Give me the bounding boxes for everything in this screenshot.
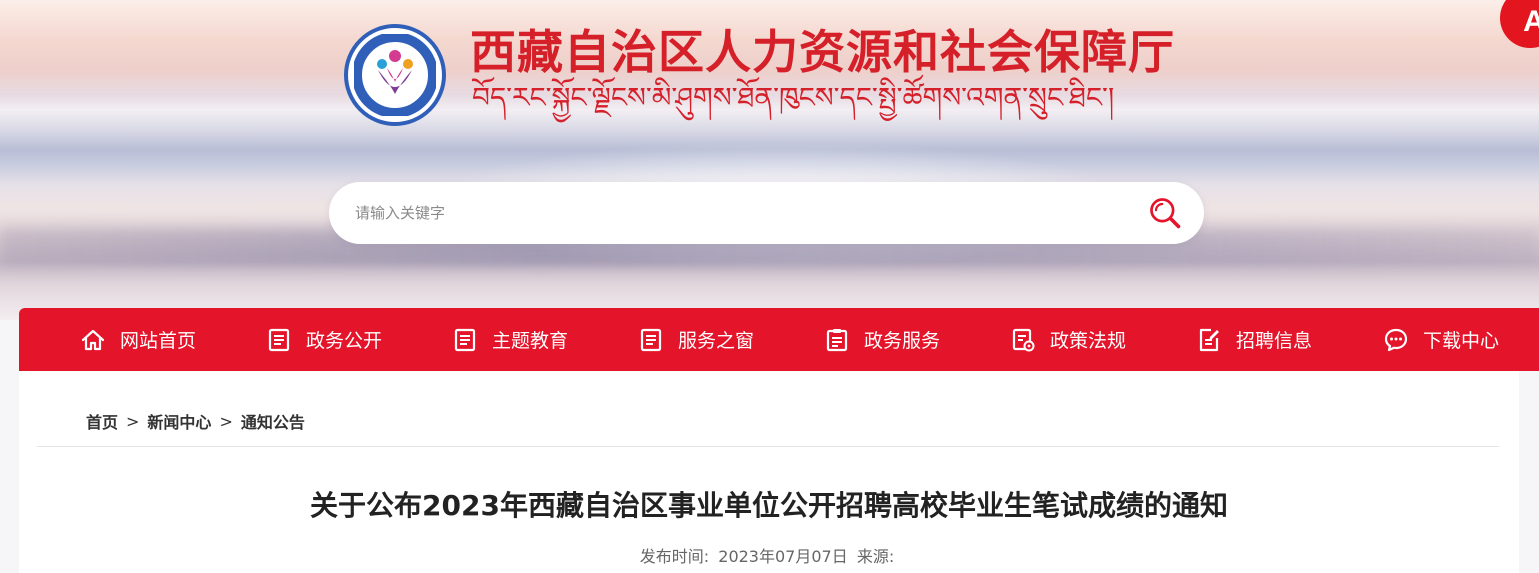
nav-item-service-window[interactable]: 服务之窗 — [638, 308, 754, 371]
nav-item-government-services[interactable]: 政务服务 — [824, 308, 940, 371]
badge-label: A — [1523, 5, 1539, 38]
nav-item-label: 招聘信息 — [1236, 330, 1313, 352]
nav-item-government-affairs[interactable]: 政务公开 — [266, 308, 382, 371]
emblem-icon — [354, 34, 436, 116]
clipboard-icon — [826, 328, 848, 351]
note-edit-icon — [1199, 328, 1219, 351]
nav-item-home[interactable]: 网站首页 — [80, 308, 196, 371]
main-nav: 网站首页 政务公开 主题教育 服务之窗 政务服务 政策法规 招聘信息 下载中心 — [19, 308, 1539, 371]
article-title: 关于公布2023年西藏自治区事业单位公开招聘高校毕业生笔试成绩的通知 — [310, 489, 1228, 522]
breadcrumb-separator: > — [219, 411, 233, 431]
nav-item-download-center[interactable]: 下载中心 — [1383, 308, 1499, 371]
document-icon — [268, 328, 290, 351]
article-meta: 发布时间: 2023年07月07日 来源: — [19, 543, 1519, 567]
site-logo[interactable] — [344, 24, 446, 126]
nav-item-label: 主题教育 — [492, 330, 569, 352]
chat-icon — [1384, 328, 1408, 351]
document-icon — [640, 328, 662, 351]
nav-item-policies-regulations[interactable]: 政策法规 — [1010, 308, 1126, 371]
breadcrumb-home[interactable]: 首页 — [86, 409, 118, 433]
home-icon — [81, 329, 105, 350]
nav-item-label: 网站首页 — [120, 330, 197, 352]
divider — [37, 446, 1499, 447]
publish-date: 2023年07月07日 — [718, 547, 848, 566]
article-container: 首页 > 新闻中心 > 通知公告 关于公布2023年西藏自治区事业单位公开招聘高… — [19, 371, 1519, 573]
search-button[interactable] — [1145, 193, 1185, 233]
nav-item-recruitment-info[interactable]: 招聘信息 — [1196, 308, 1312, 371]
search-bar — [329, 182, 1204, 244]
breadcrumb: 首页 > 新闻中心 > 通知公告 — [86, 409, 305, 433]
nav-item-label: 政务公开 — [306, 330, 383, 352]
clipboard-gear-icon — [1012, 328, 1035, 351]
nav-item-label: 政策法规 — [1050, 330, 1127, 352]
nav-item-label: 政务服务 — [864, 330, 941, 352]
site-subtitle: བོད་རང་སྐྱོང་ལྗོངས་མི་ཤུགས་ཐོན་ཁུངས་དང་ས… — [472, 81, 1115, 114]
publish-time-label: 发布时间: — [639, 547, 710, 566]
document-icon — [454, 328, 476, 351]
source-label: 来源: — [856, 547, 895, 566]
nav-item-label: 服务之窗 — [678, 330, 755, 352]
breadcrumb-notices[interactable]: 通知公告 — [241, 409, 305, 433]
search-input[interactable] — [355, 182, 1115, 244]
breadcrumb-separator: > — [126, 411, 140, 431]
nav-item-theme-education[interactable]: 主题教育 — [452, 308, 568, 371]
breadcrumb-news-center[interactable]: 新闻中心 — [147, 409, 211, 433]
nav-item-label: 下载中心 — [1423, 330, 1500, 352]
search-icon — [1150, 198, 1181, 229]
